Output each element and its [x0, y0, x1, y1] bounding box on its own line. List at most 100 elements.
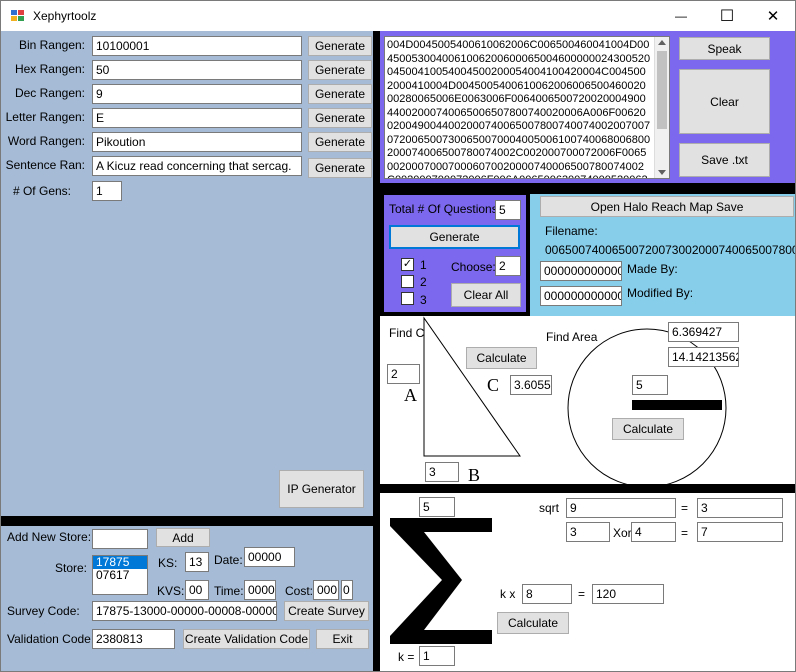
kx-label: k x — [500, 587, 516, 601]
sqrt-input-field[interactable]: 9 — [566, 498, 676, 518]
survey-code-field[interactable]: 17875-13000-00000-00008-00000-0 — [92, 601, 277, 621]
option-1-label: 1 — [420, 258, 427, 272]
letter-rangen-field[interactable]: E — [92, 108, 302, 128]
kx-result-field[interactable]: 120 — [592, 584, 664, 604]
sentence-ran-field[interactable]: A Kicuz read concerning that sercag. — [92, 156, 302, 176]
scroll-up-icon[interactable] — [658, 40, 666, 45]
radius-field[interactable]: 5 — [632, 375, 668, 395]
total-questions-field[interactable]: 5 — [495, 200, 521, 220]
exit-button[interactable]: Exit — [316, 629, 369, 649]
scroll-down-icon[interactable] — [658, 170, 666, 175]
cost-field-1[interactable]: 000 — [313, 580, 339, 600]
dec-generate-button[interactable]: Generate — [308, 84, 372, 104]
sentence-ran-label: Sentence Ran: — [5, 158, 85, 172]
vertical-divider — [373, 31, 380, 671]
kvs-label: KVS: — [157, 584, 185, 598]
triangle-calculate-button[interactable]: Calculate — [466, 347, 537, 369]
maximize-icon: ☐ — [719, 8, 735, 25]
kx-equals-label: = — [578, 587, 586, 601]
kvs-field[interactable]: 00 — [185, 580, 209, 600]
xor-result-field[interactable]: 7 — [697, 522, 783, 542]
circle-calculate-button[interactable]: Calculate — [612, 418, 684, 440]
store-listbox[interactable]: 17875 07617 — [92, 555, 148, 595]
speech-text-area[interactable]: 004D0045005400610062006C006500460041004D… — [384, 36, 670, 179]
dec-rangen-field[interactable]: 9 — [92, 84, 302, 104]
add-store-label: Add New Store: — [7, 530, 92, 544]
store-list-item[interactable]: 07617 — [93, 569, 147, 582]
gens-field[interactable]: 1 — [92, 181, 122, 201]
window-title: Xephyrtoolz — [33, 9, 97, 23]
create-validation-code-button[interactable]: Create Validation Code — [183, 629, 310, 649]
time-field[interactable]: 0000 — [244, 580, 276, 600]
option-1-checkbox[interactable]: ✓ — [401, 258, 414, 271]
k-field[interactable]: 1 — [419, 646, 455, 666]
area-result-1-field[interactable]: 6.369427 — [668, 322, 739, 342]
top-right-divider — [380, 183, 795, 194]
option-3-checkbox[interactable] — [401, 292, 414, 305]
option-2-checkbox[interactable] — [401, 275, 414, 288]
store-label: Store: — [55, 561, 88, 575]
modified-by-field[interactable]: 000000000000 — [540, 286, 622, 306]
filename-value: 0065007400650072007300200074006500780074… — [545, 243, 795, 257]
add-store-field[interactable] — [92, 529, 148, 549]
area-result-2-field[interactable]: 14.142135623 — [668, 347, 739, 367]
choose-field[interactable]: 2 — [495, 256, 521, 276]
sqrt-result-field[interactable]: 3 — [697, 498, 783, 518]
hex-rangen-label: Hex Rangen: — [14, 62, 85, 76]
sum-top-field[interactable]: 5 — [419, 497, 455, 517]
total-questions-label: Total # Of Questions: — [389, 202, 502, 216]
bin-generate-button[interactable]: Generate — [308, 36, 372, 56]
speech-scrollbar[interactable] — [654, 37, 669, 178]
quiz-generate-button[interactable]: Generate — [389, 225, 520, 249]
validation-code-field[interactable]: 2380813 — [92, 629, 175, 649]
maximize-button[interactable]: ☐ — [704, 1, 750, 31]
dec-rangen-label: Dec Rangen: — [14, 86, 85, 100]
scroll-thumb[interactable] — [657, 51, 667, 129]
close-button[interactable]: ✕ — [750, 1, 796, 31]
ks-field[interactable]: 13 — [185, 552, 209, 572]
cost-field-2[interactable]: 0 — [341, 580, 353, 600]
open-halo-map-button[interactable]: Open Halo Reach Map Save — [540, 196, 794, 217]
sum-calculate-button[interactable]: Calculate — [497, 612, 569, 634]
xor-b-field[interactable]: 4 — [631, 522, 676, 542]
close-icon: ✕ — [766, 8, 780, 25]
bin-rangen-label: Bin Rangen: — [18, 38, 85, 52]
validation-code-label: Validation Code: — [7, 632, 95, 646]
side-c-field[interactable]: 3.605551 — [510, 375, 552, 395]
bin-rangen-field[interactable]: 10100001 — [92, 36, 302, 56]
speak-button[interactable]: Speak — [679, 37, 770, 60]
ip-generator-button[interactable]: IP Generator — [279, 470, 364, 508]
word-rangen-field[interactable]: Pikoution — [92, 132, 302, 152]
sentence-generate-button[interactable]: Generate — [308, 158, 372, 178]
date-field[interactable]: 00000 — [244, 547, 295, 567]
modified-by-label: Modified By: — [627, 286, 694, 300]
side-a-field[interactable]: 2 — [387, 364, 420, 384]
side-b-field[interactable]: 3 — [425, 462, 459, 482]
clear-all-button[interactable]: Clear All — [451, 283, 521, 307]
letter-generate-button[interactable]: Generate — [308, 108, 372, 128]
sqrt-equals-label: = — [681, 501, 689, 515]
minimize-icon: — — [675, 9, 687, 23]
cost-label: Cost: — [285, 584, 314, 598]
create-survey-button[interactable]: Create Survey — [284, 601, 369, 621]
time-label: Time: — [214, 584, 244, 598]
minimize-button[interactable]: — — [658, 1, 704, 31]
made-by-field[interactable]: 000000000000 — [540, 261, 622, 281]
gens-label: # Of Gens: — [12, 184, 71, 198]
xor-label: Xor — [613, 526, 632, 540]
sqrt-label: sqrt — [539, 501, 560, 515]
kx-field[interactable]: 8 — [522, 584, 572, 604]
add-store-button[interactable]: Add — [156, 528, 210, 547]
word-generate-button[interactable]: Generate — [308, 132, 372, 152]
ks-label: KS: — [158, 556, 178, 570]
hex-rangen-field[interactable]: 50 — [92, 60, 302, 80]
side-c-letter: C — [487, 375, 500, 395]
save-txt-button[interactable]: Save .txt — [679, 143, 770, 177]
side-b-letter: B — [468, 465, 481, 485]
clear-button[interactable]: Clear — [679, 69, 770, 134]
side-a-letter: A — [404, 385, 417, 405]
xor-a-field[interactable]: 3 — [566, 522, 610, 542]
k-label: k = — [398, 650, 415, 664]
hex-generate-button[interactable]: Generate — [308, 60, 372, 80]
date-label: Date: — [214, 553, 243, 567]
